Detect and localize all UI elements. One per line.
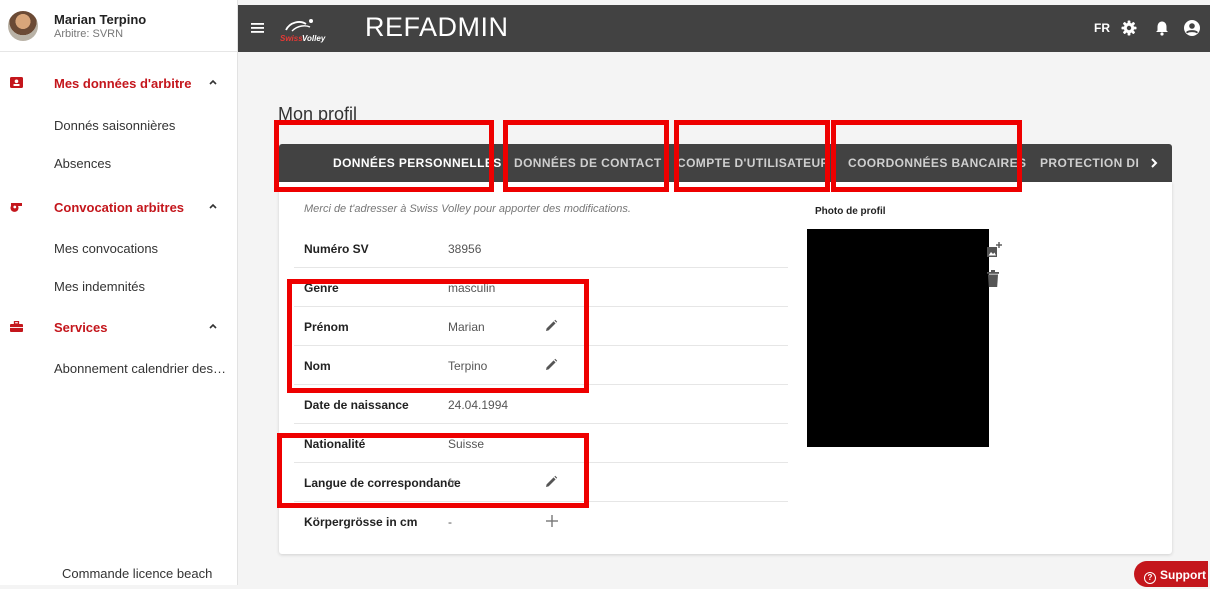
nav-section-mes-donnees[interactable]: Mes données d'arbitre (0, 72, 238, 94)
menu-icon[interactable] (251, 22, 264, 34)
field-row-genre: Genre masculin (294, 268, 788, 307)
tab-compte-utilisateur[interactable]: COMPTE D'UTILISATEUR (677, 144, 830, 182)
field-label: Langue de correspondance (304, 476, 461, 490)
swiss-volley-logo: Swiss Volley (280, 19, 326, 43)
chevron-right-icon[interactable] (1148, 157, 1160, 169)
user-profile[interactable]: Marian Terpino Arbitre: SVRN (0, 0, 237, 52)
chevron-up-icon[interactable] (208, 321, 218, 331)
pencil-icon[interactable] (544, 319, 558, 333)
support-label: Support (1160, 568, 1206, 582)
tab-coordonnees-bancaires[interactable]: COORDONNÉES BANCAIRES (848, 144, 1026, 182)
language-selector[interactable]: FR (1094, 21, 1110, 35)
field-label: Genre (304, 281, 339, 295)
nav-section-label: Convocation arbitres (54, 199, 185, 215)
pencil-icon[interactable] (544, 475, 558, 489)
trash-icon[interactable] (986, 269, 1000, 288)
tab-donnees-de-contact[interactable]: DONNÉES DE CONTACT (514, 144, 662, 182)
field-label: Prénom (304, 320, 349, 334)
user-role: Arbitre: SVRN (54, 27, 124, 40)
field-label: Numéro SV (304, 242, 369, 256)
field-label: Nationalité (304, 437, 366, 451)
add-photo-icon[interactable] (985, 241, 1003, 259)
sidebar-item-commande-licence-beach[interactable]: Commande licence beach (62, 566, 212, 581)
field-row-date-naissance: Date de naissance 24.04.1994 (294, 385, 788, 424)
field-row-koerpergroesse: Körpergrösse in cm - (294, 502, 788, 541)
nav-section-convocation[interactable]: Convocation arbitres (0, 196, 238, 218)
chevron-up-icon[interactable] (208, 77, 218, 87)
gear-icon[interactable] (1120, 19, 1138, 37)
chevron-up-icon[interactable] (208, 201, 218, 211)
svg-text:Volley: Volley (302, 34, 326, 43)
field-row-numero-sv: Numéro SV 38956 (294, 229, 788, 268)
nav-section-label: Mes données d'arbitre (54, 75, 192, 91)
page-title: Mon profil (278, 104, 358, 124)
help-icon: ? (1144, 572, 1156, 584)
support-button[interactable]: ? Support (1134, 561, 1208, 587)
nav-section-services[interactable]: Services (0, 316, 238, 338)
field-value: 38956 (448, 242, 482, 256)
profile-photo (807, 229, 989, 447)
sidebar-item-mes-indemnites[interactable]: Mes indemnités (54, 279, 226, 294)
field-value: 24.04.1994 (448, 398, 509, 412)
field-row-langue: Langue de correspondance fr (294, 463, 788, 502)
svg-text:Swiss: Swiss (280, 34, 303, 43)
photo-label: Photo de profil (815, 206, 886, 217)
field-row-nationalite: Nationalité Suisse (294, 424, 788, 463)
avatar (8, 10, 38, 41)
sidebar-item-abonnement-calendrier[interactable]: Abonnement calendrier des ... (54, 361, 226, 376)
sidebar-item-absences[interactable]: Absences (54, 156, 226, 171)
account-circle-icon[interactable] (1183, 19, 1201, 37)
pencil-icon[interactable] (544, 358, 558, 372)
whistle-icon (10, 203, 22, 212)
sidebar-item-donnees-saisonnieres[interactable]: Donnés saisonnières (54, 118, 226, 133)
nav-section-label: Services (54, 319, 108, 335)
bell-icon[interactable] (1153, 19, 1171, 37)
tab-donnees-personnelles[interactable]: DONNÉES PERSONNELLES (333, 144, 502, 182)
top-app-bar: Swiss Volley REFADMIN FR (238, 5, 1210, 52)
field-value: Marian (448, 320, 485, 334)
sidebar-item-mes-convocations[interactable]: Mes convocations (54, 241, 226, 256)
app-title: REFADMIN (365, 12, 509, 42)
contact-card-icon (10, 77, 23, 88)
field-value: - (448, 515, 452, 529)
field-label: Körpergrösse in cm (304, 515, 418, 529)
info-hint: Merci de t'adresser à Swiss Volley pour … (304, 203, 631, 215)
field-value: fr (448, 476, 456, 490)
field-label: Nom (304, 359, 331, 373)
field-row-prenom: Prénom Marian (294, 307, 788, 346)
user-name: Marian Terpino (54, 11, 147, 27)
field-label: Date de naissance (304, 398, 409, 412)
tab-protection-donnees[interactable]: PROTECTION DI (1040, 144, 1139, 182)
field-value: Suisse (448, 437, 485, 451)
sidebar: Marian Terpino Arbitre: SVRN Mes données… (0, 0, 238, 585)
field-value: masculin (448, 281, 496, 295)
tab-bar: DONNÉES PERSONNELLES DONNÉES DE CONTACT … (279, 144, 1172, 182)
briefcase-icon (10, 321, 23, 332)
field-value: Terpino (448, 359, 488, 373)
field-row-nom: Nom Terpino (294, 346, 788, 385)
plus-icon[interactable] (545, 514, 559, 528)
